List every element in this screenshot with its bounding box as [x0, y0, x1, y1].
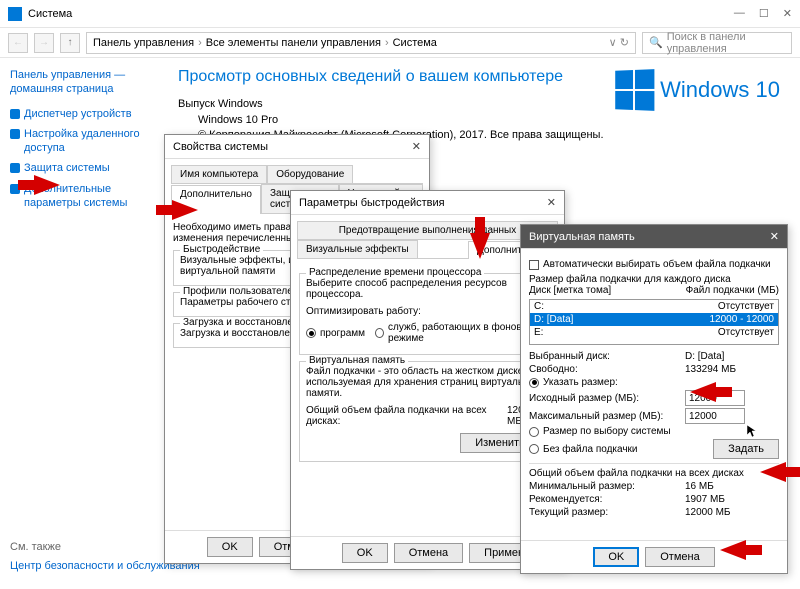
size-label: Размер файла подкачки для каждого диска	[529, 274, 779, 285]
ok-button[interactable]: OK	[207, 537, 253, 557]
selected-drive: D: [Data]	[685, 351, 724, 362]
radio-system-size[interactable]: Размер по выбору системы	[529, 426, 779, 437]
list-item: E:Отсутствует	[530, 326, 778, 339]
breadcrumb-item[interactable]: Система	[393, 37, 437, 49]
cancel-button[interactable]: Отмена	[394, 543, 463, 563]
list-item: C:Отсутствует	[530, 300, 778, 313]
ok-button[interactable]: OK	[342, 543, 388, 563]
sidebar-item-protection[interactable]: Защита системы	[10, 161, 148, 175]
auto-manage-checkbox[interactable]: Автоматически выбирать объем файла подка…	[529, 259, 779, 270]
edition-value: Windows 10 Pro	[198, 114, 780, 126]
up-button[interactable]: ↑	[60, 33, 80, 53]
dialog-title: Свойства системы	[173, 141, 268, 153]
sidebar-item-remote[interactable]: Настройка удаленного доступа	[10, 127, 148, 156]
annotation-arrow	[34, 175, 60, 195]
annotation-arrow	[690, 382, 716, 402]
tab-hardware[interactable]: Оборудование	[267, 165, 353, 183]
set-button[interactable]: Задать	[713, 439, 779, 459]
tab-visual[interactable]: Визуальные эффекты	[297, 240, 418, 258]
breadcrumb[interactable]: Панель управления› Все элементы панели у…	[86, 32, 636, 54]
cancel-button[interactable]: Отмена	[645, 547, 714, 567]
close-button[interactable]: ✕	[783, 7, 792, 20]
processor-group: Распределение времени процессора Выберит…	[299, 273, 556, 355]
breadcrumb-item[interactable]: Панель управления	[93, 37, 194, 49]
system-icon	[8, 7, 22, 21]
sidebar-item-device-manager[interactable]: Диспетчер устройств	[10, 107, 148, 121]
dialog-title: Виртуальная память	[529, 231, 635, 243]
tab-computer-name[interactable]: Имя компьютера	[171, 165, 267, 183]
close-icon[interactable]: ✕	[412, 140, 421, 153]
cursor-icon	[746, 424, 760, 438]
tab-dep[interactable]: Предотвращение выполнения данных	[297, 221, 558, 239]
back-button[interactable]: ←	[8, 33, 28, 53]
dialog-title: Параметры быстродействия	[299, 197, 445, 209]
sidebar: Панель управления — домашняя страница Ди…	[0, 58, 158, 588]
window-titlebar: Система — ☐ ✕	[0, 0, 800, 28]
free-space: 133294 МБ	[685, 364, 736, 375]
maximize-button[interactable]: ☐	[759, 7, 769, 20]
sidebar-home-link[interactable]: Панель управления — домашняя страница	[10, 68, 148, 97]
nav-toolbar: ← → ↑ Панель управления› Все элементы па…	[0, 28, 800, 58]
radio-no-pagefile[interactable]: Без файла подкачки	[529, 444, 638, 455]
virtual-memory-dialog: Виртуальная память ✕ Автоматически выбира…	[520, 224, 788, 574]
max-size-input[interactable]	[685, 408, 745, 424]
radio-custom-size[interactable]: Указать размер:	[529, 377, 779, 388]
ok-button[interactable]: OK	[593, 547, 639, 567]
list-item: D: [Data]12000 - 12000	[530, 313, 778, 326]
breadcrumb-item[interactable]: Все элементы панели управления	[206, 37, 381, 49]
close-icon[interactable]: ✕	[770, 230, 779, 243]
drive-list[interactable]: C:Отсутствует D: [Data]12000 - 12000 E:О…	[529, 299, 779, 345]
total-label: Общий объем файла подкачки на всех диска…	[529, 468, 779, 479]
annotation-arrow	[470, 233, 490, 259]
search-input[interactable]: 🔍 Поиск в панели управления	[642, 32, 792, 54]
minimize-button[interactable]: —	[734, 7, 745, 20]
virtual-memory-group: Виртуальная память Файл подкачки - это о…	[299, 361, 556, 462]
close-icon[interactable]: ✕	[547, 196, 556, 209]
annotation-arrow	[172, 200, 198, 220]
annotation-arrow	[760, 462, 786, 482]
window-title: Система	[28, 8, 72, 20]
annotation-arrow	[720, 540, 746, 560]
forward-button[interactable]: →	[34, 33, 54, 53]
windows-logo: Windows 10	[614, 70, 780, 110]
radio-programs[interactable]: программ	[306, 322, 365, 344]
